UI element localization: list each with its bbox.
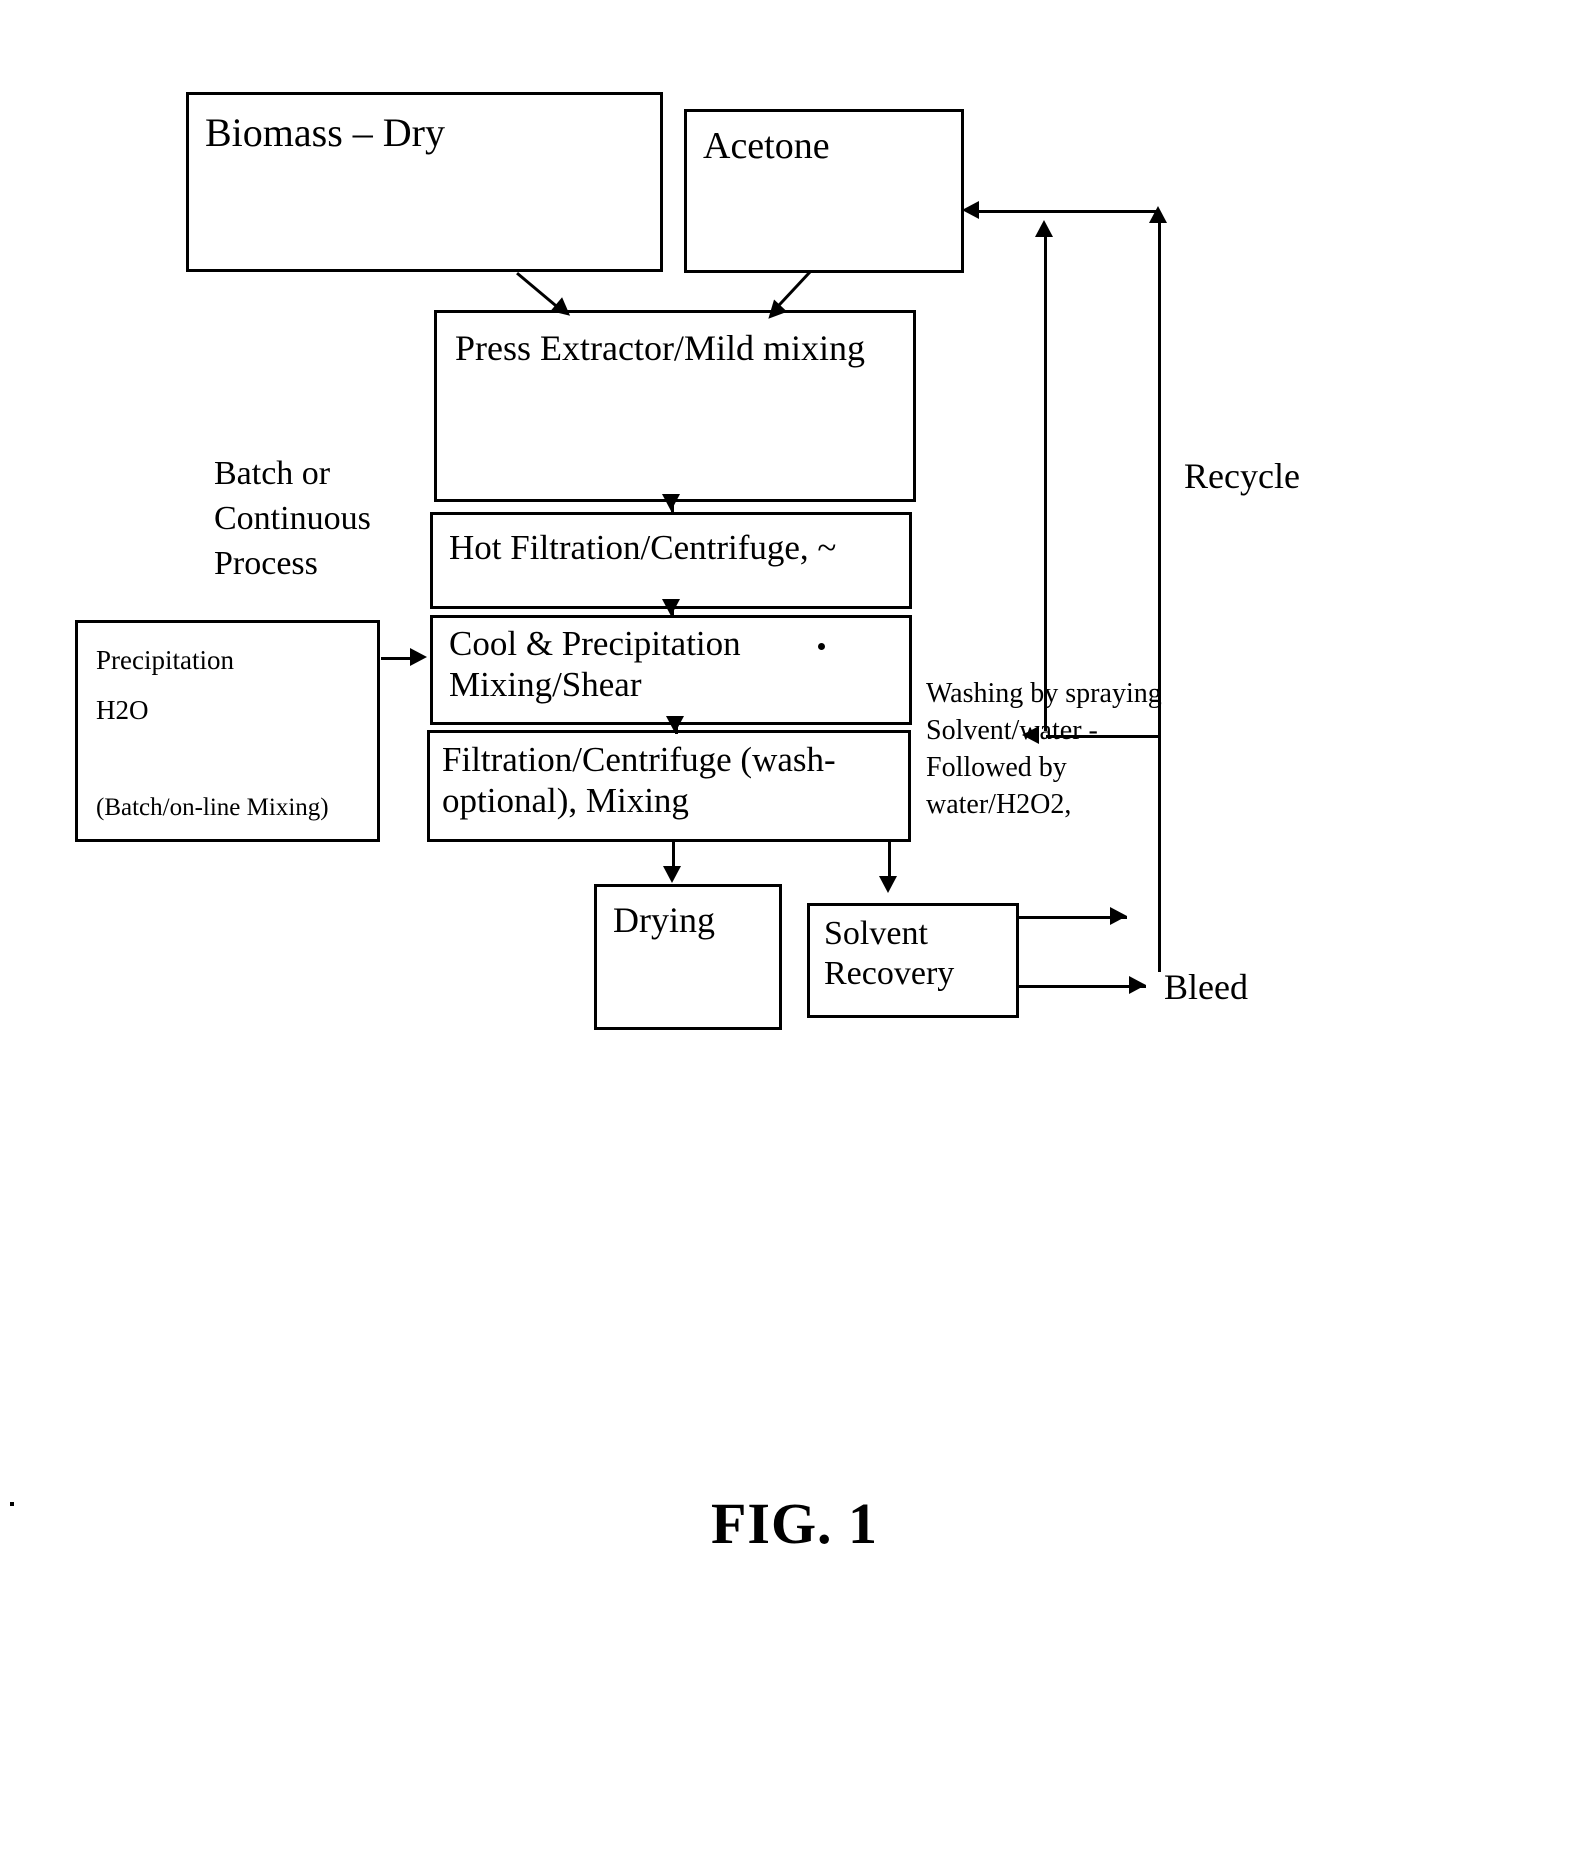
annotation-recycle: Recycle bbox=[1184, 456, 1300, 496]
figure-canvas: Biomass – Dry Acetone Press Extractor/Mi… bbox=[0, 0, 1589, 1865]
arrowhead-filtration-to-drying bbox=[663, 866, 681, 883]
box-biomass-dry[interactable]: Biomass – Dry bbox=[186, 92, 663, 272]
recycle-riser-outer bbox=[1158, 212, 1161, 972]
box-filtration-centrifuge[interactable]: Filtration/Centrifuge (wash- optional), … bbox=[427, 730, 911, 842]
box-filtration-centrifuge-label: Filtration/Centrifuge (wash- optional), … bbox=[442, 740, 836, 821]
box-precipitation-h2o-line2: H2O bbox=[96, 695, 149, 725]
box-solvent-recovery-label: Solvent Recovery bbox=[824, 915, 955, 993]
box-acetone[interactable]: Acetone bbox=[684, 109, 964, 273]
box-cool-precipitation[interactable]: Cool & Precipitation Mixing/Shear bbox=[430, 615, 912, 725]
arrowhead-recycle-riser-inner bbox=[1035, 220, 1053, 237]
arrowhead-precip-to-cool bbox=[410, 648, 427, 666]
box-drying[interactable]: Drying bbox=[594, 884, 782, 1030]
arrowhead-solvent-to-bleed bbox=[1129, 976, 1146, 994]
box-acetone-label: Acetone bbox=[703, 125, 830, 167]
box-precipitation-h2o-line3: (Batch/on-line Mixing) bbox=[96, 794, 329, 821]
recycle-top-line bbox=[968, 210, 1160, 213]
box-press-extractor-label: Press Extractor/Mild mixing bbox=[455, 328, 865, 368]
box-biomass-dry-label: Biomass – Dry bbox=[205, 110, 445, 155]
annotation-bleed: Bleed bbox=[1164, 967, 1248, 1007]
connector-solvent-to-bleed bbox=[1019, 985, 1146, 988]
annotation-batch-or-continuous: Batch or Continuous Process bbox=[214, 455, 371, 582]
stray-dot-mark bbox=[818, 643, 825, 650]
arrowhead-solvent-to-recycle bbox=[1110, 907, 1127, 925]
box-hot-filtration[interactable]: Hot Filtration/Centrifuge, ~ bbox=[430, 512, 912, 609]
recycle-riser-inner bbox=[1044, 226, 1047, 731]
box-press-extractor[interactable]: Press Extractor/Mild mixing bbox=[434, 310, 916, 502]
scan-artifact-dot bbox=[10, 1502, 14, 1506]
washing-feed-line bbox=[1046, 735, 1160, 738]
arrowhead-hotfiltration-to-cool bbox=[662, 599, 680, 616]
connector-precip-to-cool bbox=[381, 657, 413, 660]
box-cool-precipitation-label: Cool & Precipitation Mixing/Shear bbox=[449, 624, 741, 705]
box-drying-label: Drying bbox=[613, 900, 715, 940]
arrowhead-recycle-riser-outer bbox=[1149, 206, 1167, 223]
box-hot-filtration-label: Hot Filtration/Centrifuge, ~ bbox=[449, 528, 837, 567]
arrowhead-recycle-into-acetone bbox=[962, 201, 979, 219]
figure-caption: FIG. 1 bbox=[710, 1491, 879, 1556]
arrowhead-filtration-to-solvent bbox=[879, 876, 897, 893]
box-precipitation-h2o-line1: Precipitation bbox=[96, 645, 234, 675]
arrowhead-press-to-hotfiltration bbox=[662, 494, 680, 511]
arrowhead-washing-feed bbox=[1022, 726, 1039, 744]
arrowhead-cool-to-filtration bbox=[666, 716, 684, 733]
box-precipitation-h2o[interactable]: Precipitation H2O (Batch/on-line Mixing) bbox=[75, 620, 380, 842]
box-solvent-recovery[interactable]: Solvent Recovery bbox=[807, 903, 1019, 1018]
